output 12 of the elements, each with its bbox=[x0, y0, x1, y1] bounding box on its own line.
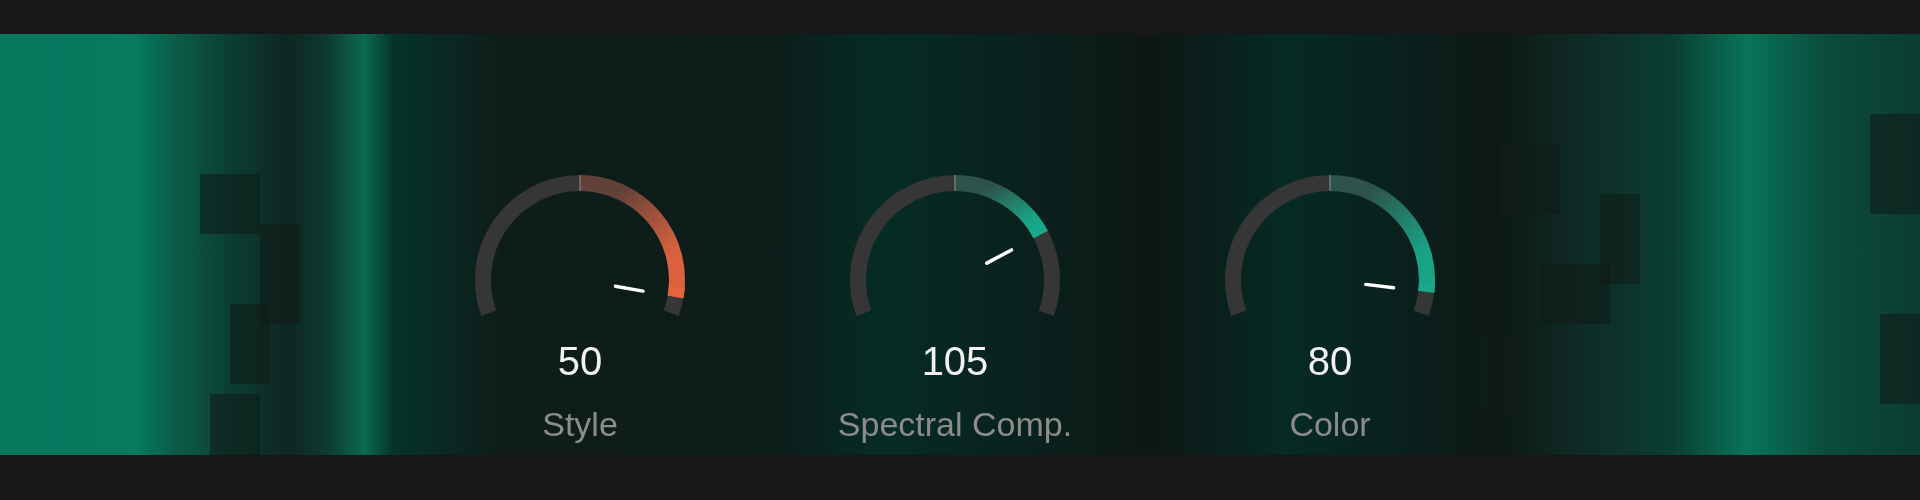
center-tick bbox=[954, 174, 956, 192]
knob-value: 50 bbox=[557, 339, 603, 383]
knob-track[interactable] bbox=[850, 175, 1060, 316]
knob-track[interactable] bbox=[1225, 175, 1435, 316]
center-tick bbox=[579, 174, 581, 192]
knob-label: Color bbox=[1289, 404, 1371, 444]
center-tick bbox=[1329, 174, 1331, 192]
knob-track[interactable] bbox=[475, 175, 685, 316]
knob-label: Style bbox=[542, 404, 618, 444]
knob-value: 105 bbox=[921, 339, 989, 383]
knob-label: Spectral Comp. bbox=[837, 404, 1073, 444]
knob-value: 80 bbox=[1307, 339, 1353, 383]
